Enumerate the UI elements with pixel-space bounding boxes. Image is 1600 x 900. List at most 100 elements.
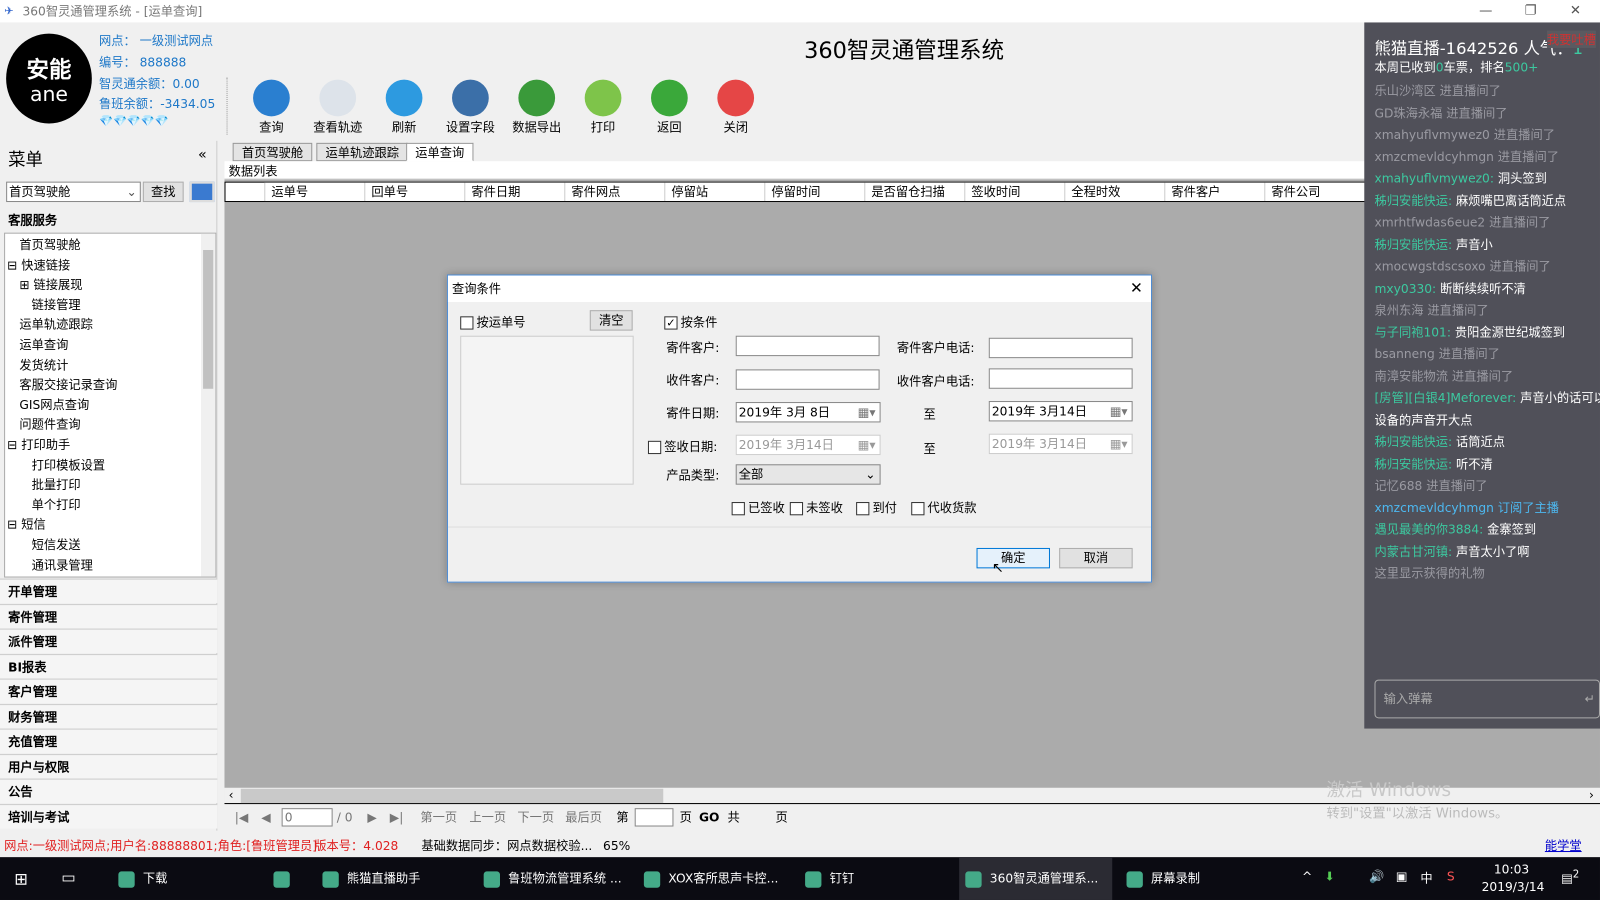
windows-start-icon[interactable]: ⊞ [14,869,28,888]
toolbar-close-circle-button[interactable]: 关闭 [705,79,766,136]
toolbar-document-button[interactable]: 查看轨迹 [307,79,368,136]
menu-section[interactable]: 充值管理 [0,728,218,754]
send-date-to[interactable]: 2019年 3月14日 ▦▾ [988,401,1133,422]
send-date-from[interactable]: 2019年 3月 8日 ▦▾ [735,402,881,423]
toolbar-search-globe-button[interactable]: 查询 [241,79,302,136]
tree-item[interactable]: 链接管理 [32,296,81,313]
task-view-icon[interactable]: ▭ [61,868,75,886]
toolbar-excel-button[interactable]: 数据导出 [506,79,567,136]
tree-item[interactable]: ⊟ 快速链接 [7,256,70,273]
sign-date-checkbox[interactable]: 签收日期: [647,438,717,455]
tree-item[interactable]: 运单轨迹跟踪 [19,316,92,333]
sign-date-to[interactable]: 2019年 3月14日 ▦▾ [988,433,1133,455]
restore-button[interactable]: ❐ [1508,0,1553,22]
next-page-icon[interactable]: ▶ [367,806,376,828]
clear-button[interactable]: 清空 [589,310,633,331]
menu-select[interactable]: 首页驾驶舱 ⌄ [6,181,141,203]
find-button[interactable]: 查找 [142,181,184,203]
taskbar-app[interactable]: 屏幕录制 [1120,857,1273,900]
receiver-phone-input[interactable] [988,368,1133,389]
column-header[interactable]: 寄件网点 [564,182,665,202]
column-header[interactable]: 停留站 [664,182,765,202]
download-icon[interactable]: ⬇ [1324,869,1334,883]
menu-section[interactable]: 开单管理 [0,578,218,604]
cod-arrive-checkbox[interactable]: 到付 [856,499,897,516]
column-header[interactable]: 是否留仓扫描 [864,182,965,202]
monitor-icon[interactable] [189,181,215,203]
complain-button[interactable]: 我要吐槽 [1546,30,1596,48]
sogou-icon[interactable]: S [1447,869,1455,883]
menu-section[interactable]: 客户管理 [0,678,218,704]
volume-icon[interactable]: 🔊 [1369,869,1384,883]
cancel-button[interactable]: 取消 [1059,547,1133,569]
go-button[interactable]: GO [699,806,719,828]
ime-indicator[interactable]: 中 [1420,869,1432,886]
menu-section[interactable]: 财务管理 [0,703,218,729]
ok-button[interactable]: 确定 [976,547,1050,569]
tab[interactable]: 首页驾驶舱 [232,142,313,162]
tree-item[interactable]: 问题件查询 [19,416,80,433]
menu-section[interactable]: 用户与权限 [0,753,218,779]
column-header[interactable]: 寄件客户 [1164,182,1265,202]
last-page-link[interactable]: 最后页 [565,806,602,828]
tree-item[interactable]: 打印模板设置 [32,456,105,473]
taskbar-app[interactable]: 钉钉 [799,857,952,900]
tree-item[interactable]: GIS网点查询 [19,396,89,413]
tree-item[interactable]: 批量打印 [32,476,81,493]
toolbar-printer-button[interactable]: 打印 [572,79,633,136]
minimize-button[interactable]: — [1463,0,1508,22]
tree-item[interactable]: ⊟ 短信 [7,516,46,533]
unsigned-checkbox[interactable]: 未签收 [789,499,843,516]
dialog-close-icon[interactable]: ✕ [1130,279,1143,297]
clock-time[interactable]: 10:03 [1494,862,1529,876]
column-header[interactable]: 回单号 [364,182,465,202]
column-header[interactable]: 运单号 [264,182,365,202]
tray-chevron-icon[interactable]: ^ [1302,869,1312,883]
tree-item[interactable]: 发货统计 [19,356,68,373]
column-header[interactable]: 寄件日期 [464,182,565,202]
receiver-input[interactable] [735,369,880,390]
column-header[interactable]: 签收时间 [964,182,1065,202]
learning-link[interactable]: 能学堂 [1545,835,1582,857]
product-select[interactable]: 全部 ⌄ [735,464,881,485]
tree-item[interactable]: 首页驾驶舱 [19,236,80,253]
menu-section[interactable]: 培训与考试 [0,803,218,829]
last-page-icon[interactable]: ▶| [390,806,404,828]
page-input[interactable]: 0 [281,808,333,827]
goto-page-input[interactable] [634,808,674,827]
first-page-link[interactable]: 第一页 [420,806,457,828]
waybill-textarea[interactable] [460,335,634,485]
taskbar-app[interactable]: 下载 [112,857,255,900]
tree-item[interactable]: 运单查询 [19,336,68,353]
network-icon[interactable]: ▣ [1396,869,1408,883]
taskbar-app[interactable]: XOX客所思声卡控... [638,857,791,900]
scroll-thumb[interactable] [203,249,214,389]
cod-checkbox[interactable]: 代收货款 [911,499,977,516]
tree-item[interactable]: 通讯录管理 [32,556,93,573]
menu-section[interactable]: 寄件管理 [0,603,218,629]
tree-item[interactable]: ⊞ 链接展现 [19,276,82,293]
tree-item[interactable]: 客服交接记录查询 [19,376,117,393]
taskbar-app[interactable]: 熊猫直播助手 [316,857,469,900]
menu-section[interactable]: 派件管理 [0,628,218,654]
signed-checkbox[interactable]: 已签收 [731,499,785,516]
sender-phone-input[interactable] [988,337,1133,359]
next-page-link[interactable]: 下一页 [517,806,554,828]
sender-input[interactable] [735,335,880,357]
sign-date-from[interactable]: 2019年 3月14日 ▦▾ [735,434,881,456]
toolbar-refresh-button[interactable]: 刷新 [373,79,434,136]
tree-item[interactable]: 短信发送 [32,536,81,553]
column-header[interactable]: 寄件公司 [1264,182,1365,202]
prev-page-link[interactable]: 上一页 [469,806,506,828]
clock-date[interactable]: 2019/3/14 [1482,880,1545,894]
taskbar-app[interactable]: 鲁班物流管理系统 ... [478,857,631,900]
collapse-button[interactable]: « [198,147,207,163]
column-header[interactable]: 全程时效 [1064,182,1165,202]
prev-page-icon[interactable]: ◀ [261,806,270,828]
by-waybill-checkbox[interactable]: 按运单号 [460,313,526,330]
tree-item[interactable]: 单个打印 [32,496,81,513]
menu-section[interactable]: BI报表 [0,653,218,679]
danmaku-input[interactable]: 输入弹幕 ↵ [1374,679,1600,719]
by-condition-checkbox[interactable]: ✓ 按条件 [664,313,717,330]
tree-item[interactable]: ⊟ 打印助手 [7,436,70,453]
